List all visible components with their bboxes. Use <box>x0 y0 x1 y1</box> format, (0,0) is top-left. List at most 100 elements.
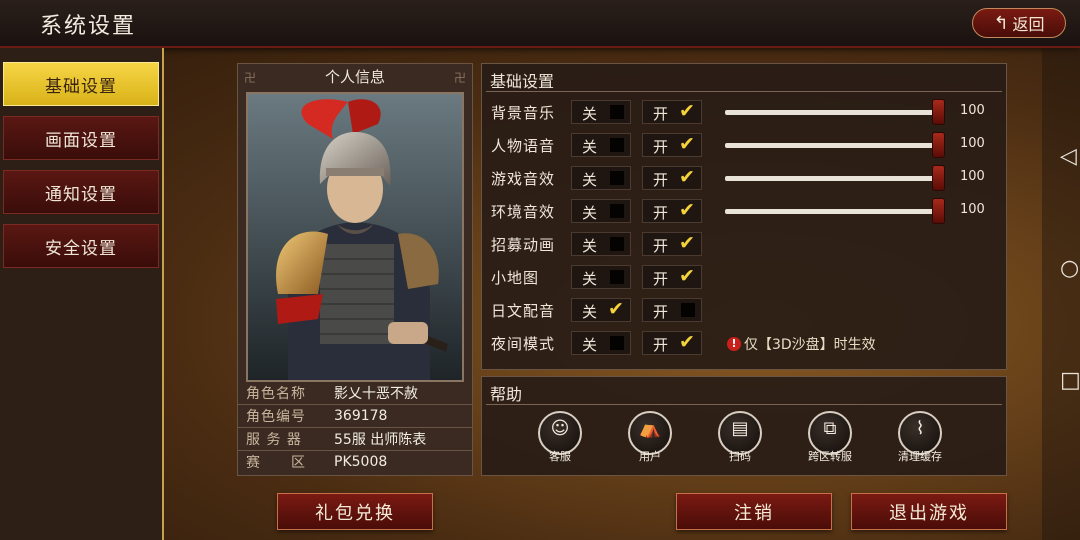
toggle-label: 开 <box>653 270 669 288</box>
setting-label: 背景音乐 <box>491 104 556 122</box>
sidebar-item-security[interactable]: 安全设置 <box>3 224 159 268</box>
toggle-label: 开 <box>653 303 669 321</box>
on-toggle[interactable]: 开 ✔ <box>642 166 702 190</box>
toggle-label: 开 <box>653 237 669 255</box>
on-toggle[interactable]: 开 ✔ <box>642 133 702 157</box>
off-toggle[interactable]: 关 <box>571 232 631 256</box>
off-toggle[interactable]: 关 <box>571 133 631 157</box>
profile-title: 个人信息 <box>324 68 385 86</box>
profile-label: 赛 区 <box>246 455 306 471</box>
setting-row: 环境音效关开 ✔ 100 <box>482 197 1006 225</box>
help-server-transfer-button[interactable]: ⧉ 跨区转服 <box>795 411 865 463</box>
off-toggle[interactable]: 关 ✔ <box>571 298 631 322</box>
volume-slider-track[interactable] <box>725 209 940 214</box>
back-label: 返回 <box>1012 15 1045 34</box>
off-toggle[interactable]: 关 <box>571 166 631 190</box>
home-circle-icon[interactable]: ○ <box>1060 256 1079 281</box>
top-bar: 系统设置 ↰ 返回 <box>0 0 1080 48</box>
general-portrait-illustration <box>248 94 462 380</box>
empty-checkbox-icon <box>610 204 624 218</box>
on-toggle[interactable]: 开 ✔ <box>642 331 702 355</box>
divider <box>486 404 1002 405</box>
on-toggle[interactable]: 开 ✔ <box>642 199 702 223</box>
empty-checkbox-icon <box>681 303 695 317</box>
volume-slider-track[interactable] <box>725 143 940 148</box>
logout-button[interactable]: 注销 <box>676 493 832 530</box>
volume-value: 100 <box>960 169 985 184</box>
volume-slider-track[interactable] <box>725 176 940 181</box>
checkmark-icon: ✔ <box>679 133 695 155</box>
back-triangle-icon[interactable]: ◁ <box>1060 144 1077 169</box>
volume-slider-track[interactable] <box>725 110 940 115</box>
help-panel: 帮助 ☺ 客服 ⛺ 用户 ▤ 扫码 ⧉ 跨区转服 ⌇ 清理缓存 <box>481 376 1007 476</box>
help-label: 用户 <box>639 450 661 463</box>
setting-row: 游戏音效关开 ✔ 100 <box>482 164 1006 192</box>
toggle-label: 关 <box>582 237 598 255</box>
server-value: 55服 出师陈表 <box>334 432 427 448</box>
empty-checkbox-icon <box>610 171 624 185</box>
checkmark-icon: ✔ <box>679 232 695 254</box>
sidebar-item-basic[interactable]: 基础设置 <box>3 62 159 106</box>
on-toggle[interactable]: 开 ✔ <box>642 265 702 289</box>
help-label: 客服 <box>549 450 571 463</box>
profile-panel: 卍 卍 个人信息 角色名称 影乂十恶不赦 角色编号 369178 服 务 器 5… <box>237 63 473 476</box>
help-user-button[interactable]: ⛺ 用户 <box>615 411 685 463</box>
empty-checkbox-icon <box>610 105 624 119</box>
volume-value: 100 <box>960 202 985 217</box>
toggle-label: 开 <box>653 105 669 123</box>
off-toggle[interactable]: 关 <box>571 199 631 223</box>
on-toggle[interactable]: 开 ✔ <box>642 232 702 256</box>
setting-label: 夜间模式 <box>491 335 556 353</box>
back-button[interactable]: ↰ 返回 <box>972 8 1066 38</box>
sidebar-item-display[interactable]: 画面设置 <box>3 116 159 160</box>
toggle-label: 关 <box>582 171 598 189</box>
setting-row: 背景音乐关开 ✔ 100 <box>482 98 1006 126</box>
toggle-label: 关 <box>582 270 598 288</box>
character-id-value: 369178 <box>334 408 388 424</box>
setting-label: 日文配音 <box>491 302 556 320</box>
off-toggle[interactable]: 关 <box>571 265 631 289</box>
note-text: 仅【3D沙盘】时生效 <box>744 337 876 353</box>
setting-row: 小地图关开 ✔ <box>482 263 1006 291</box>
setting-label: 人物语音 <box>491 137 556 155</box>
help-customer-service-button[interactable]: ☺ 客服 <box>525 411 595 463</box>
volume-slider-thumb[interactable] <box>932 165 945 191</box>
sidebar-menu: 基础设置 画面设置 通知设置 安全设置 <box>0 48 164 540</box>
help-title: 帮助 <box>490 385 523 404</box>
warning-icon: ! <box>727 337 741 351</box>
basic-settings-title: 基础设置 <box>490 72 555 91</box>
off-toggle[interactable]: 关 <box>571 331 631 355</box>
divider <box>486 91 1002 92</box>
help-label: 清理缓存 <box>898 450 942 463</box>
profile-row: 赛 区 PK5008 <box>238 451 472 473</box>
toggle-label: 开 <box>653 171 669 189</box>
exit-game-button[interactable]: 退出游戏 <box>851 493 1007 530</box>
checkmark-icon: ✔ <box>679 265 695 287</box>
off-toggle[interactable]: 关 <box>571 100 631 124</box>
page-title: 系统设置 <box>40 14 137 39</box>
system-nav-bar: ◁ ○ □ <box>1042 48 1080 540</box>
checkmark-icon: ✔ <box>608 298 624 320</box>
help-scan-button[interactable]: ▤ 扫码 <box>705 411 775 463</box>
profile-label: 服 务 器 <box>246 432 302 448</box>
setting-row: 夜间模式 关 开 ✔! 仅【3D沙盘】时生效 <box>482 329 1006 357</box>
empty-checkbox-icon <box>610 336 624 350</box>
toggle-label: 关 <box>582 336 598 354</box>
on-toggle[interactable]: 开 ✔ <box>642 100 702 124</box>
help-label: 扫码 <box>729 450 751 463</box>
recents-square-icon[interactable]: □ <box>1060 368 1080 393</box>
profile-row: 角色名称 影乂十恶不赦 <box>238 382 472 405</box>
gift-redeem-button[interactable]: 礼包兑换 <box>277 493 433 530</box>
on-toggle[interactable]: 开 <box>642 298 702 322</box>
sidebar-item-notification[interactable]: 通知设置 <box>3 170 159 214</box>
volume-slider-thumb[interactable] <box>932 198 945 224</box>
volume-slider-thumb[interactable] <box>932 99 945 125</box>
volume-slider-thumb[interactable] <box>932 132 945 158</box>
toggle-label: 开 <box>653 204 669 222</box>
character-portrait <box>246 92 464 382</box>
setting-row: 招募动画关开 ✔ <box>482 230 1006 258</box>
zone-value: PK5008 <box>334 454 388 470</box>
help-clear-cache-button[interactable]: ⌇ 清理缓存 <box>885 411 955 463</box>
setting-label: 小地图 <box>491 269 540 287</box>
checkmark-icon: ✔ <box>679 166 695 188</box>
